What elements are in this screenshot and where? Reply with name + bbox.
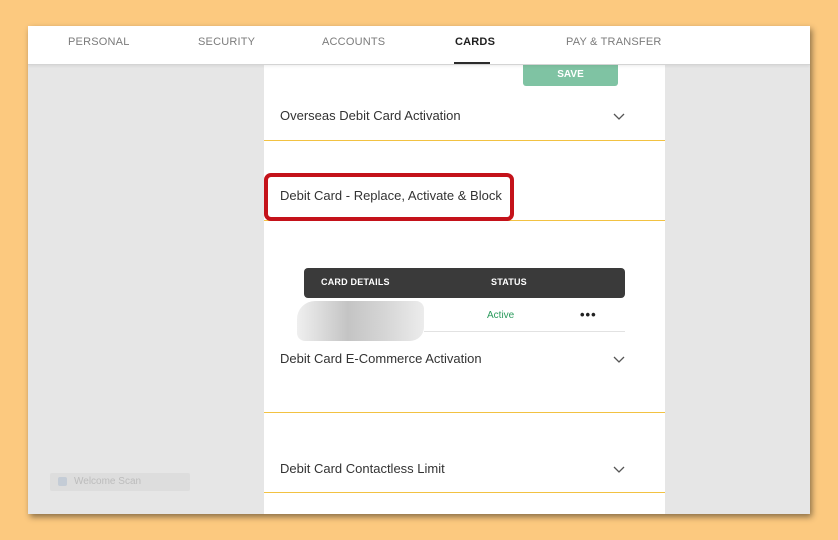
section-debit-card-e-commerce-activation[interactable]: Debit Card E-Commerce Activation — [264, 332, 665, 413]
blurred-chip: Welcome Scan — [50, 473, 190, 491]
tab-cards[interactable]: CARDS — [455, 36, 495, 48]
column-header-card-details: CARD DETAILS — [321, 277, 390, 287]
tab-accounts[interactable]: ACCOUNTS — [322, 36, 385, 48]
chevron-down-icon[interactable] — [613, 356, 625, 364]
app-window: PERSONAL SECURITY ACCOUNTS CARDS PAY & T… — [28, 26, 810, 514]
highlight-box — [264, 173, 514, 221]
save-button[interactable]: SAVE — [523, 64, 618, 86]
active-tab-indicator — [454, 62, 490, 64]
more-options-icon[interactable]: ••• — [580, 307, 597, 322]
status-badge: Active — [487, 310, 515, 321]
top-navigation: PERSONAL SECURITY ACCOUNTS CARDS PAY & T… — [28, 26, 810, 65]
column-header-status: STATUS — [491, 277, 527, 287]
chip-icon — [58, 477, 67, 486]
tab-pay-transfer[interactable]: PAY & TRANSFER — [566, 36, 662, 48]
tab-security[interactable]: SECURITY — [198, 36, 255, 48]
tab-personal[interactable]: PERSONAL — [68, 36, 130, 48]
chevron-down-icon[interactable] — [613, 466, 625, 474]
cards-settings-panel: SAVE Overseas Debit Card Activation Debi… — [264, 64, 665, 514]
chip-label: Welcome Scan — [74, 476, 142, 487]
section-debit-card-contactless-limit[interactable]: Debit Card Contactless Limit — [264, 414, 665, 493]
section-overseas-debit-card-activation[interactable]: Overseas Debit Card Activation — [264, 86, 665, 141]
chevron-down-icon[interactable] — [613, 113, 625, 121]
section-label: Debit Card Contactless Limit — [280, 461, 445, 476]
section-label: Overseas Debit Card Activation — [280, 108, 461, 123]
section-label: Debit Card E-Commerce Activation — [280, 351, 482, 366]
card-table-header: CARD DETAILS STATUS — [304, 268, 625, 298]
